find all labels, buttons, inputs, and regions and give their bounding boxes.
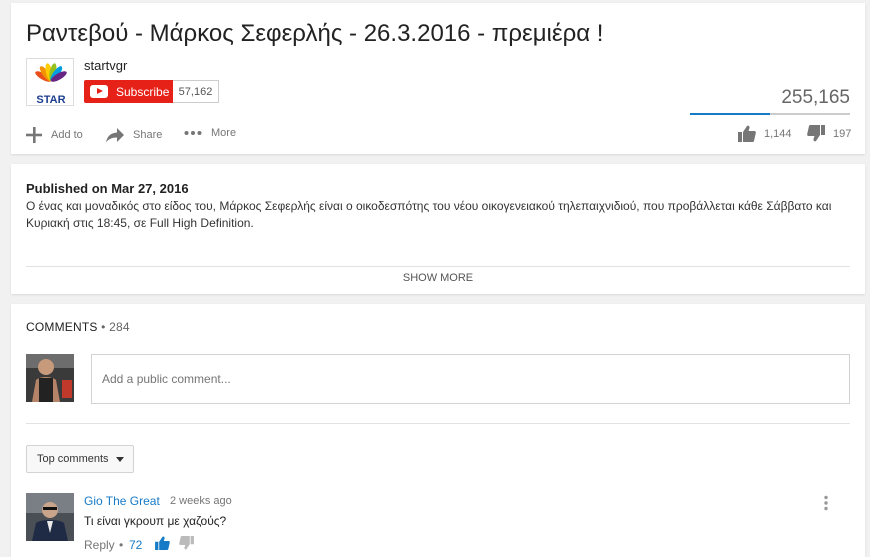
vertical-dots-icon: [824, 495, 828, 511]
subscribe-button[interactable]: Subscribe: [84, 80, 173, 103]
thumbs-up-icon: [155, 536, 170, 550]
dislike-button[interactable]: 197: [807, 125, 851, 142]
channel-name[interactable]: startvgr: [84, 58, 127, 73]
comments-separator: •: [97, 320, 110, 334]
description-card: Published on Mar 27, 2016 Ο ένας και μον…: [11, 164, 865, 294]
add-to-label: Add to: [51, 129, 83, 141]
comment-time[interactable]: 2 weeks ago: [170, 495, 232, 507]
more-button[interactable]: More: [184, 127, 236, 139]
add-to-button[interactable]: Add to: [26, 127, 83, 143]
comments-card: COMMENTS • 284 Top comments Gio The Grea…: [11, 304, 865, 557]
like-ratio-bar: [690, 113, 850, 115]
reply-button[interactable]: Reply: [84, 538, 115, 552]
comments-header-label: COMMENTS: [26, 320, 98, 334]
like-count: 1,144: [764, 127, 792, 140]
thumbs-down-icon: [179, 536, 194, 550]
comments-divider: [26, 423, 850, 424]
sort-label: Top comments: [37, 453, 109, 465]
comments-count: 284: [109, 320, 130, 334]
view-count: 255,165: [781, 87, 850, 108]
comment-author[interactable]: Gio The Great: [84, 494, 160, 508]
subscribe-label: Subscribe: [116, 84, 170, 99]
comment-like-count: 72: [129, 538, 143, 552]
subscriber-count: 57,162: [173, 80, 219, 103]
star-channel-logo-icon: STAR: [35, 63, 67, 106]
comments-header: COMMENTS • 284: [26, 320, 130, 334]
comment-like-button[interactable]: [155, 536, 170, 555]
show-more-button[interactable]: SHOW MORE: [11, 272, 865, 284]
description-text: Ο ένας και μοναδικός στο είδος του, Μάρκ…: [26, 199, 832, 230]
thumbs-up-icon: [738, 125, 756, 142]
logo-text: STAR: [36, 94, 65, 106]
comment-dislike-button[interactable]: [179, 536, 194, 555]
comment-input[interactable]: [91, 354, 850, 404]
comment-separator: •: [119, 538, 124, 552]
comment-text: Τι είναι γκρουπ με χαζούς?: [84, 514, 227, 528]
user-avatar-icon: [26, 354, 74, 402]
youtube-icon: [90, 85, 108, 98]
video-info-card: Ραντεβού - Μάρκος Σεφερλής - 26.3.2016 -…: [11, 3, 865, 154]
comment-menu-button[interactable]: [823, 495, 829, 516]
share-arrow-icon: [106, 128, 124, 143]
user-avatar: [26, 354, 74, 402]
commenter-avatar[interactable]: [26, 493, 74, 541]
commenter-avatar-icon: [26, 493, 74, 541]
video-title: Ραντεβού - Μάρκος Σεφερλής - 26.3.2016 -…: [26, 20, 604, 47]
like-ratio-fill: [690, 113, 770, 115]
dislike-count: 197: [833, 127, 852, 140]
chevron-down-icon: [115, 456, 124, 462]
like-button[interactable]: 1,144: [738, 125, 792, 142]
share-label: Share: [133, 129, 163, 141]
more-label: More: [211, 127, 237, 139]
share-button[interactable]: Share: [106, 127, 162, 143]
description-divider: [26, 266, 850, 267]
sort-comments-dropdown[interactable]: Top comments: [26, 445, 134, 473]
published-date: Published on Mar 27, 2016: [26, 181, 189, 196]
plus-icon: [26, 127, 42, 143]
thumbs-down-icon: [807, 125, 825, 142]
channel-logo[interactable]: STAR: [26, 58, 74, 106]
more-dots-icon: [184, 131, 202, 135]
